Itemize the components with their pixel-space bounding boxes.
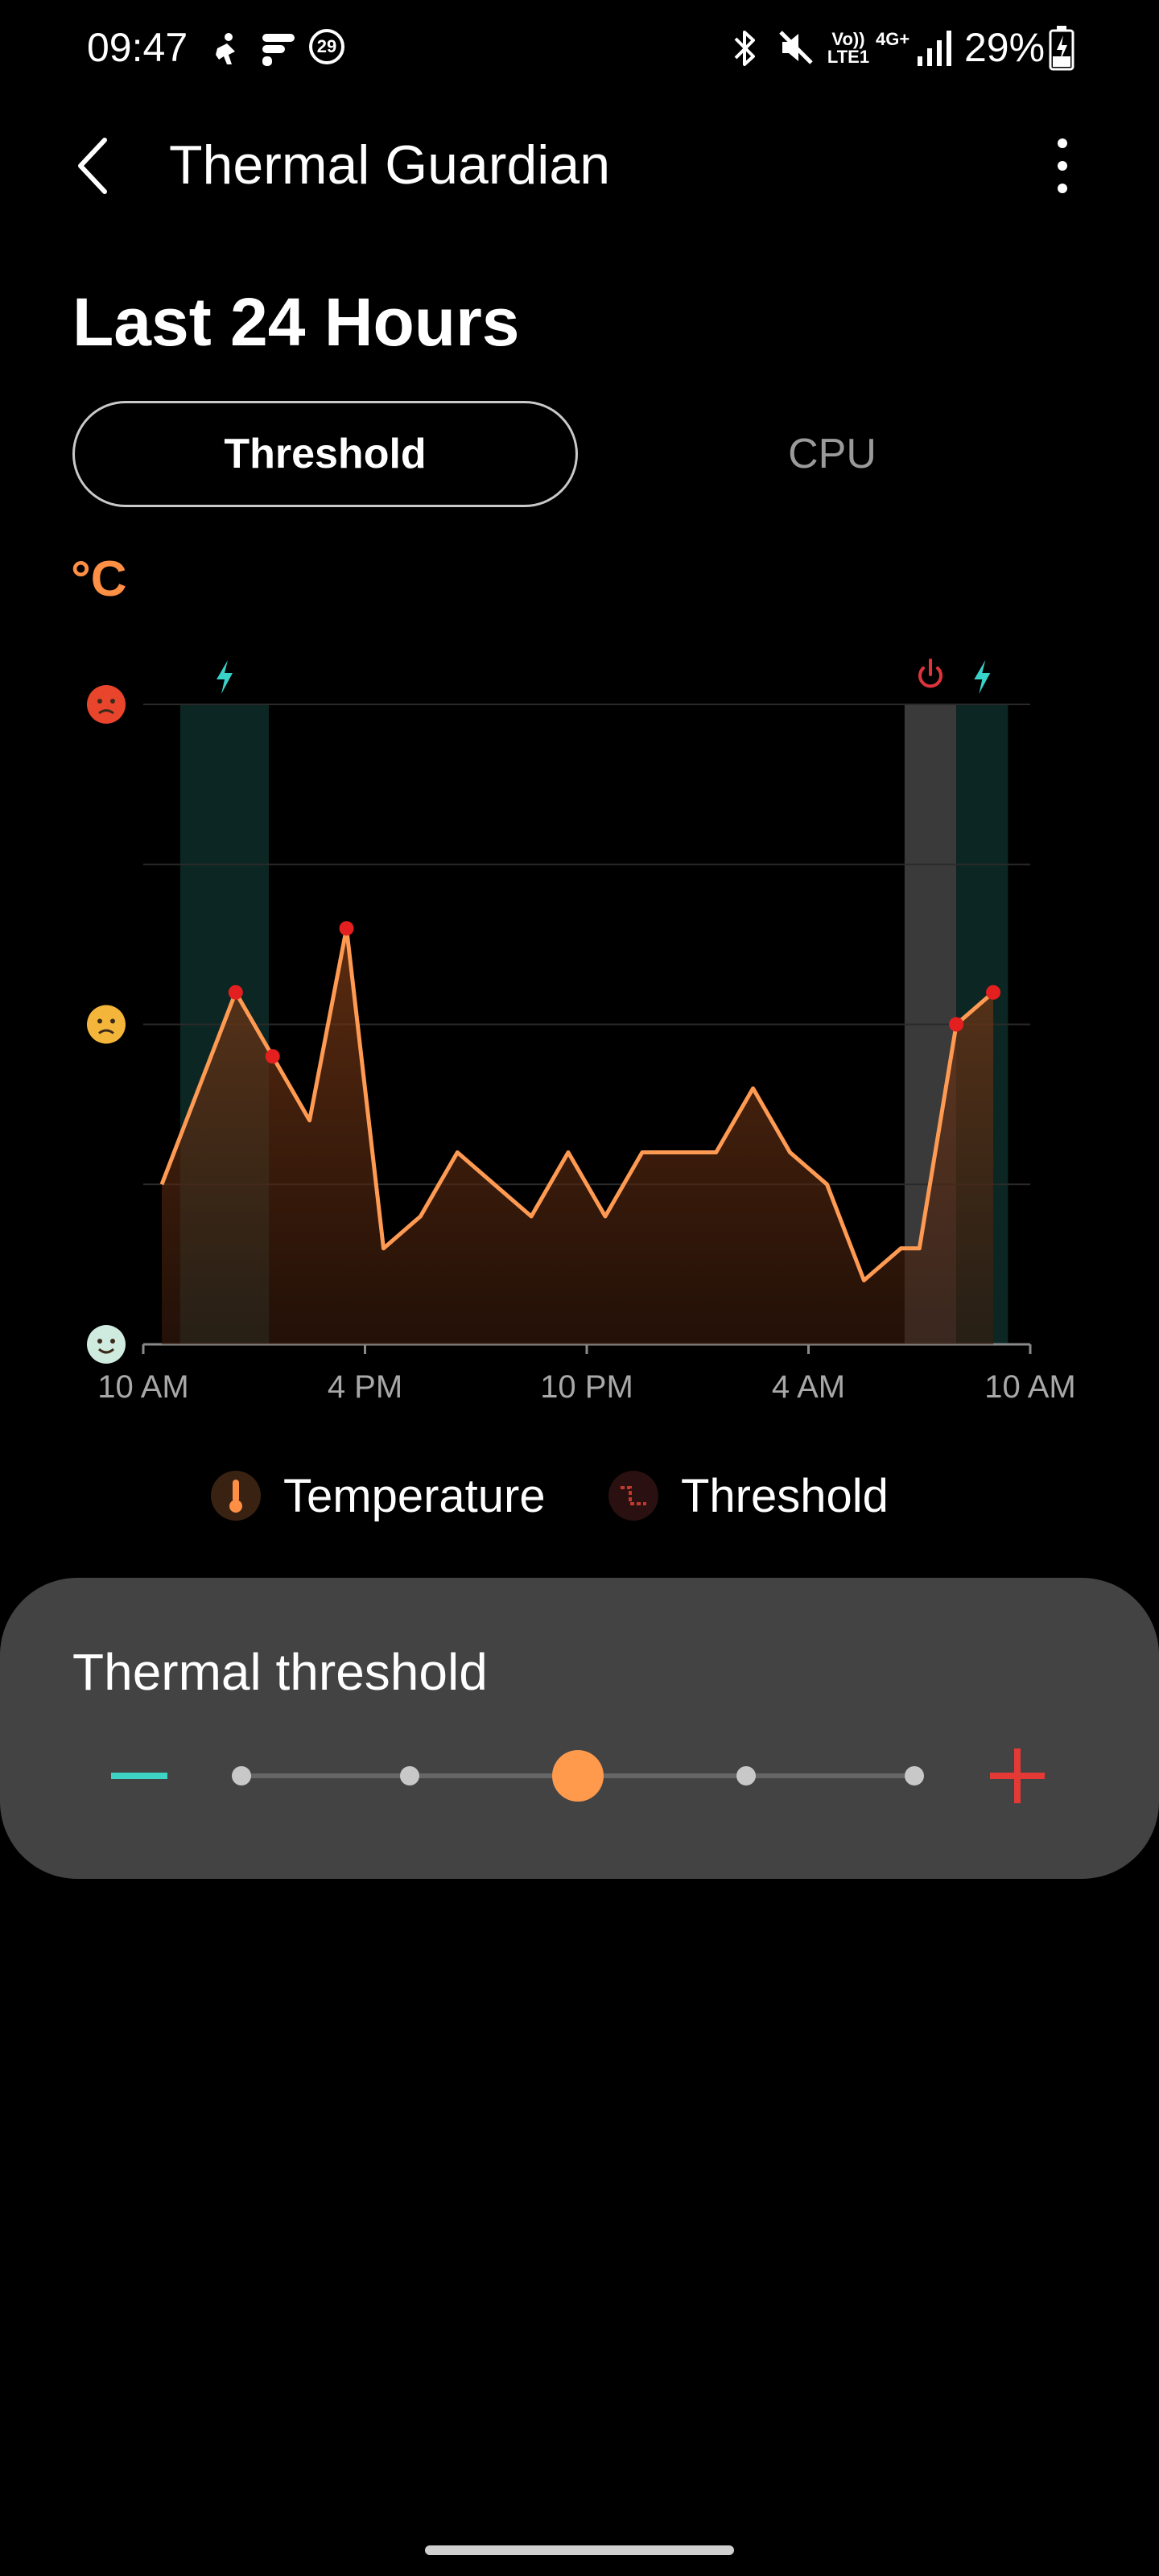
notification-badge-count: 29: [316, 36, 337, 56]
tab-cpu[interactable]: CPU: [580, 401, 1085, 507]
worried-face-icon: [87, 1005, 126, 1044]
back-button[interactable]: [68, 129, 119, 203]
status-bar: 09:47 29 Vo)) LTE1 4G+ 29%: [0, 0, 1159, 97]
threshold-point: [339, 921, 354, 936]
battery-percent: 29%: [964, 25, 1046, 70]
legend-threshold: Threshold: [608, 1463, 889, 1528]
minus-button[interactable]: [105, 1747, 174, 1805]
threshold-card-title: Thermal threshold: [72, 1643, 488, 1701]
signal-icon: [918, 31, 951, 66]
slider-step[interactable]: [905, 1766, 924, 1785]
legend-temperature-label: Temperature: [283, 1469, 546, 1522]
threshold-step-icon: [608, 1471, 658, 1521]
tab-cpu-label: CPU: [788, 431, 876, 477]
battery-charging-icon: [1049, 26, 1074, 71]
legend-threshold-label: Threshold: [681, 1469, 889, 1522]
hot-face-icon: [87, 685, 126, 724]
page-title: Last 24 Hours: [72, 284, 520, 360]
slider-step[interactable]: [736, 1766, 756, 1785]
x-tick-label: 4 PM: [328, 1369, 402, 1405]
threshold-point: [228, 985, 243, 1000]
plus-button[interactable]: [984, 1744, 1051, 1808]
app-title: Thermal Guardian: [169, 134, 611, 196]
temperature-chart: 10 AM 4 PM 10 PM 4 AM 10 AM: [87, 658, 1076, 1405]
threshold-card: [0, 1578, 1159, 1879]
plus-icon: [990, 1748, 1045, 1803]
lightning-icon: [974, 660, 991, 694]
slider-step[interactable]: [232, 1766, 251, 1785]
x-tick-label: 4 AM: [772, 1369, 845, 1405]
tab-threshold-label: Threshold: [224, 431, 427, 477]
power-icon: [918, 658, 942, 688]
slider-step[interactable]: [400, 1766, 419, 1785]
tab-threshold[interactable]: Threshold: [72, 401, 578, 507]
threshold-point: [265, 1049, 280, 1064]
x-tick-label: 10 PM: [540, 1369, 633, 1405]
badge-29-icon: 29: [309, 29, 344, 64]
flipboard-icon: [262, 34, 295, 66]
mute-icon: [779, 31, 813, 64]
threshold-point: [949, 1017, 964, 1032]
chart-unit-label: °C: [71, 551, 127, 607]
temperature-area: [162, 928, 994, 1344]
status-time: 09:47: [87, 25, 188, 70]
volte-indicator: Vo)) LTE1: [827, 29, 870, 67]
more-options-button[interactable]: [1046, 134, 1079, 198]
gesture-nav-handle[interactable]: [425, 2545, 734, 2555]
threshold-slider[interactable]: [209, 1747, 950, 1805]
x-tick-label: 10 AM: [984, 1369, 1075, 1405]
bluetooth-icon: [734, 31, 755, 66]
legend-temperature: Temperature: [211, 1463, 546, 1528]
lightning-icon: [217, 660, 233, 694]
cool-face-icon: [87, 1325, 126, 1364]
thermometer-icon: [211, 1471, 261, 1521]
fitness-icon: [216, 33, 235, 64]
x-tick-label: 10 AM: [97, 1369, 188, 1405]
slider-thumb[interactable]: [552, 1750, 604, 1802]
minus-icon: [111, 1773, 167, 1779]
threshold-point: [986, 985, 1001, 1000]
network-type: 4G+: [876, 29, 910, 49]
